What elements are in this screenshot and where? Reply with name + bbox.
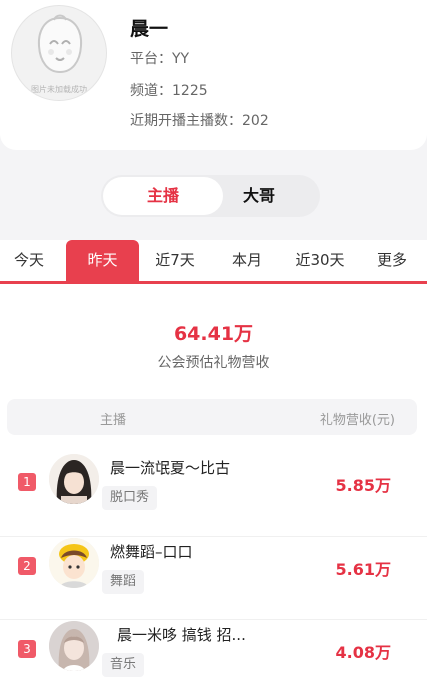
role-option-anchor[interactable]: 主播	[103, 177, 223, 215]
anchor-name: 晨一流氓夏～比古	[110, 459, 231, 477]
category-tag: 脱口秀	[102, 486, 158, 510]
period-tabs: 今天 昨天 近7天 本月 近30天 更多	[0, 240, 427, 284]
gift-revenue-amount: 5.61万	[335, 560, 391, 579]
recent-anchor-count: 近期开播主播数：202	[130, 113, 269, 129]
column-header-anchor: 主播	[100, 413, 127, 428]
tab-more[interactable]: 更多	[362, 240, 422, 281]
category-tag: 舞蹈	[102, 570, 145, 594]
ranking-table-header: 主播 礼物营收(元)	[7, 399, 417, 435]
revenue-summary-panel: 64.41万 公会预估礼物营收 主播 礼物营收(元) 1 晨一流氓夏～比古 脱口…	[0, 284, 427, 694]
channel-id-info: 频道：1225	[130, 83, 208, 99]
role-switch: 大哥 主播	[101, 175, 320, 217]
category-tag: 音乐	[102, 653, 145, 677]
tab-this-month[interactable]: 本月	[215, 240, 279, 281]
table-row[interactable]: 2 燃舞蹈–口口 舞蹈 5.61万	[0, 536, 427, 610]
rank-badge: 1	[18, 473, 36, 491]
table-row[interactable]: 1 晨一流氓夏～比古 脱口秀 5.85万	[0, 453, 427, 527]
rank-badge: 2	[18, 557, 36, 575]
anchor-name: 燃舞蹈–口口	[110, 543, 193, 561]
channel-profile-card: 图片未加载成功 晨一 平台：YY 频道：1225 近期开播主播数：202	[0, 0, 427, 150]
gift-revenue-amount: 4.08万	[335, 643, 391, 662]
tab-last-7-days[interactable]: 近7天	[145, 240, 205, 281]
avatar	[49, 454, 99, 504]
channel-avatar: 图片未加载成功	[11, 5, 107, 101]
avatar-load-failed-caption: 图片未加载成功	[31, 85, 87, 94]
gift-revenue-amount: 5.85万	[335, 476, 391, 495]
platform-info: 平台：YY	[130, 51, 190, 67]
tab-last-30-days[interactable]: 近30天	[288, 240, 352, 281]
column-header-gift-revenue: 礼物营收(元)	[319, 413, 395, 428]
avatar	[49, 538, 99, 588]
table-row[interactable]: 3 晨一米哆 搞钱 招... 音乐 4.08万	[0, 619, 427, 693]
estimated-gift-revenue-label: 公会预估礼物营收	[157, 355, 270, 371]
cartoon-face-placeholder-icon	[37, 14, 83, 74]
estimated-gift-revenue-value: 64.41万	[173, 323, 254, 345]
anchor-name: 晨一米哆 搞钱 招...	[117, 626, 246, 644]
tab-yesterday[interactable]: 昨天	[66, 240, 139, 281]
avatar	[49, 621, 99, 671]
rank-badge: 3	[18, 640, 36, 658]
tab-today[interactable]: 今天	[0, 240, 58, 281]
channel-name: 晨一	[130, 18, 169, 40]
